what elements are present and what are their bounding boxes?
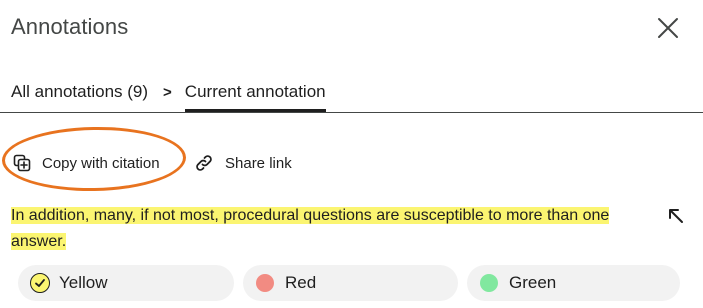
checkmark-icon [35,279,45,287]
breadcrumb-separator: > [163,84,172,101]
yellow-swatch-icon [30,273,50,293]
breadcrumb-current-annotation: Current annotation [184,82,326,112]
copy-with-citation-button[interactable]: Copy with citation [13,150,160,176]
color-chip-yellow[interactable]: Yellow [18,265,234,301]
breadcrumb-all-annotations[interactable]: All annotations (9) [11,82,148,102]
breadcrumb: All annotations (9) > Current annotation [11,82,326,112]
annotation-highlighted-text: In addition, many, if not most, procedur… [11,207,610,250]
color-chip-red[interactable]: Red [243,265,458,301]
copy-with-citation-label: Copy with citation [42,154,160,172]
link-icon [196,155,212,171]
close-button[interactable] [652,12,684,44]
color-chip-green[interactable]: Green [467,265,680,301]
header-divider [0,112,703,113]
close-icon [658,18,678,38]
color-chip-label: Yellow [59,273,108,292]
share-link-label: Share link [225,154,292,172]
color-chip-label: Red [285,273,317,292]
go-to-annotation-button[interactable] [663,203,689,229]
color-chip-label: Green [509,273,557,292]
copy-icon [13,154,31,172]
annotation-quote: In addition, many, if not most, procedur… [11,203,639,255]
red-swatch-icon [256,274,274,292]
share-link-button[interactable]: Share link [194,150,292,176]
arrow-up-left-icon [669,209,683,223]
green-swatch-icon [480,274,498,292]
panel-title: Annotations [11,14,129,39]
